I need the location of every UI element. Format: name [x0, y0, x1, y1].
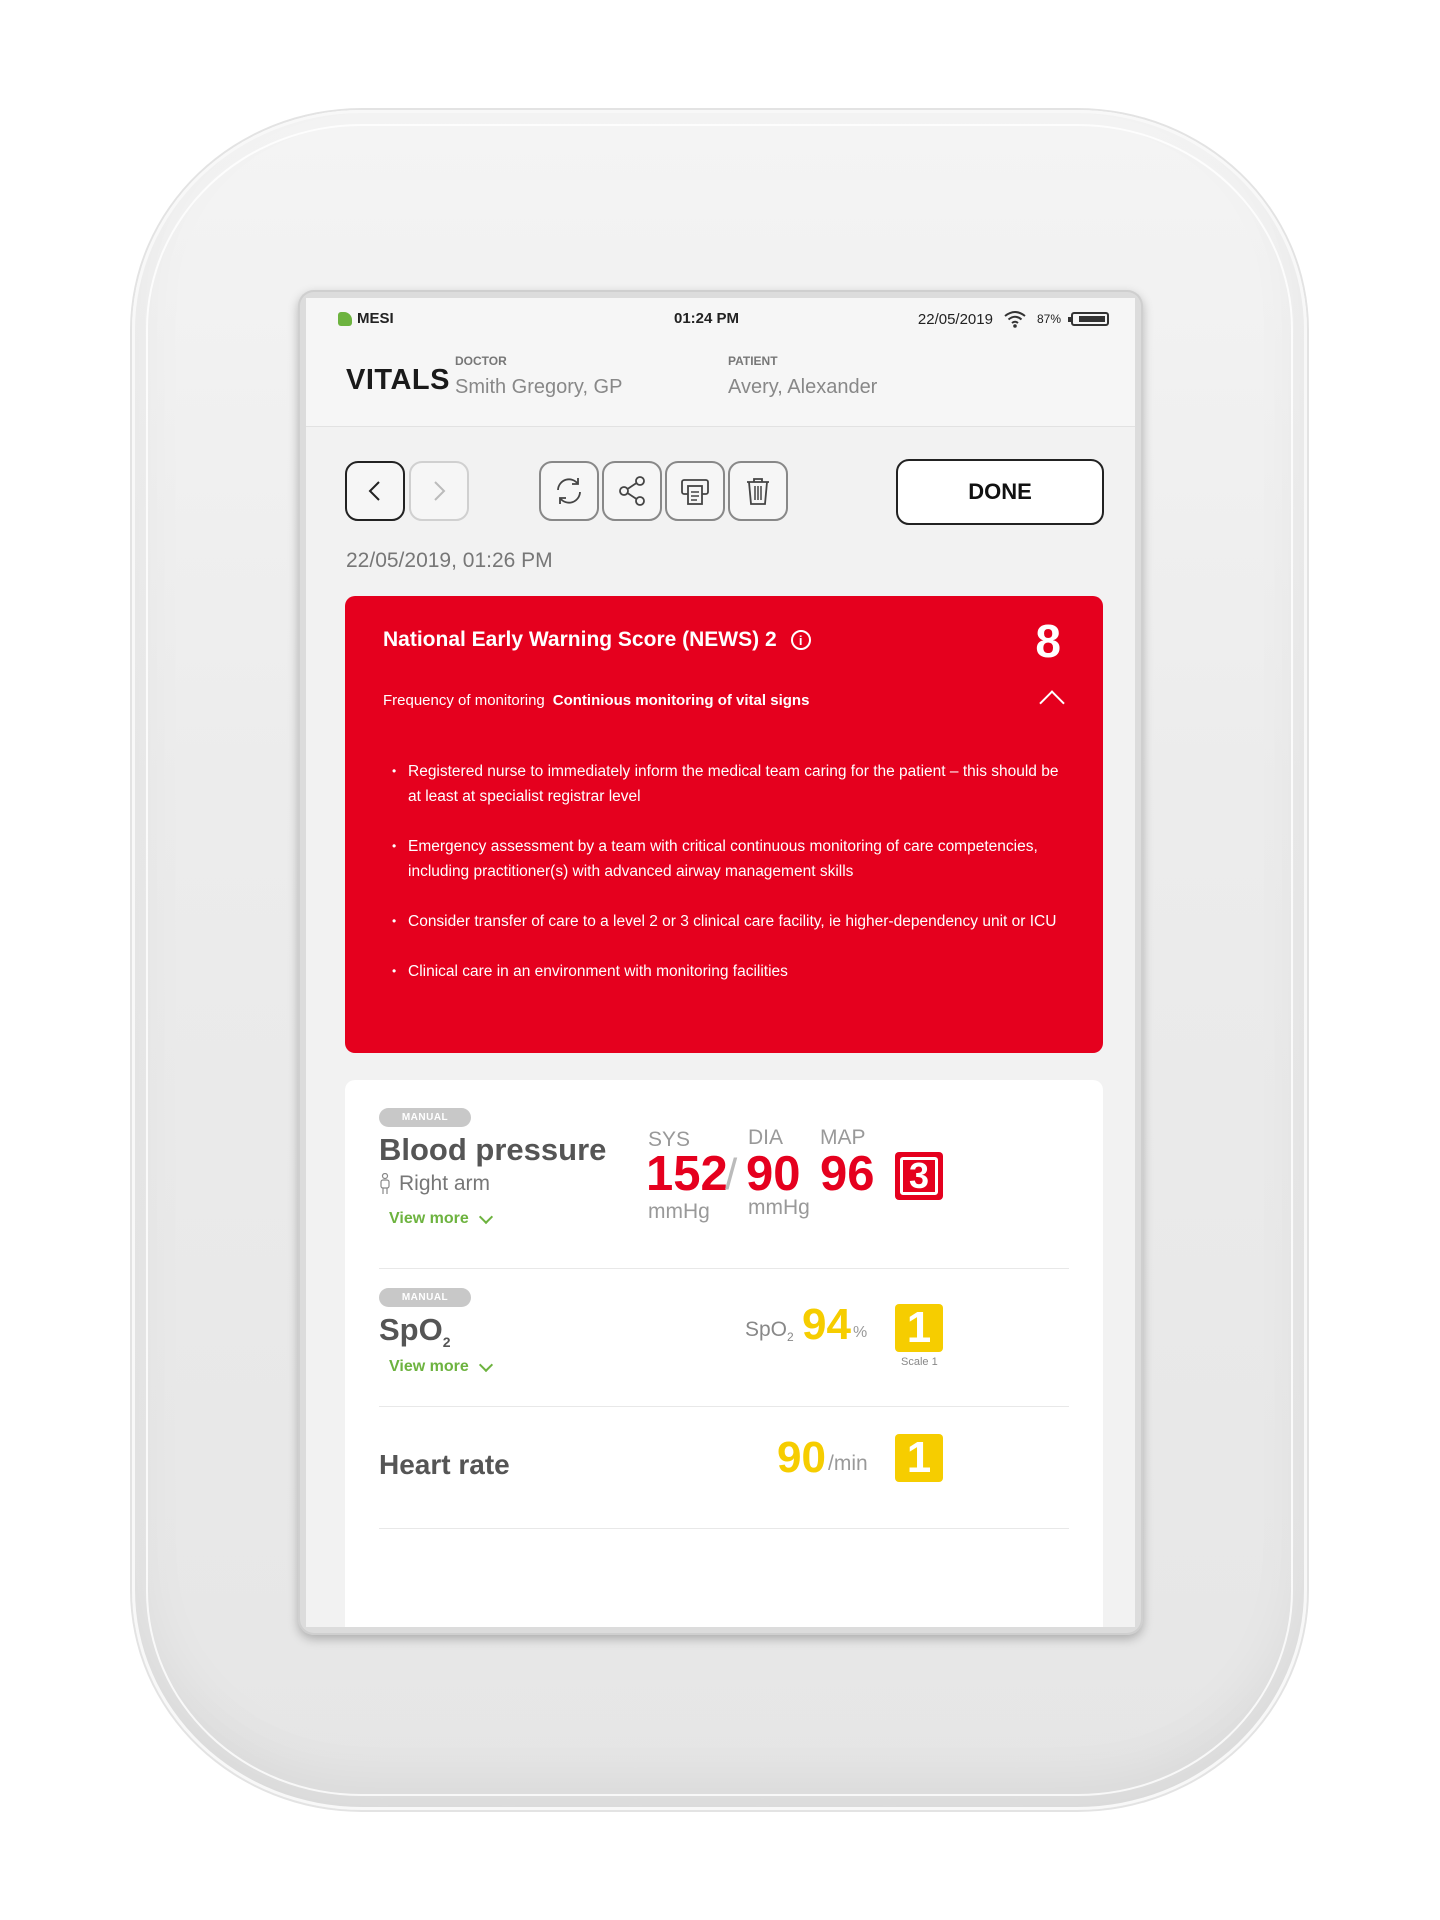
brand-name: MESI [357, 310, 394, 327]
location-label: Right arm [399, 1172, 491, 1195]
refresh-icon [557, 478, 581, 504]
done-button[interactable]: DONE [896, 459, 1104, 525]
trash-icon [747, 478, 769, 505]
clock: 01:24 PM [674, 310, 740, 327]
map-value: 96 [820, 1147, 875, 1201]
spo2-label-text: SpO [745, 1318, 788, 1341]
doctor-name: Smith Gregory, GP [455, 376, 623, 398]
spo2-unit: % [853, 1324, 868, 1341]
spo2-label: SpO2 [745, 1318, 794, 1344]
bp-score-value: 3 [900, 1155, 938, 1196]
spo2-news-score: 1 [895, 1303, 943, 1352]
person-icon [380, 1173, 390, 1194]
manual-badge: MANUAL [379, 1108, 471, 1127]
mesi-logo-icon [338, 311, 352, 326]
share-icon [619, 476, 645, 506]
spo2-title-sub: 2 [442, 1334, 451, 1351]
print-button[interactable] [665, 461, 725, 521]
chevron-down-icon [478, 1357, 493, 1373]
blood-pressure-title: Blood pressure [379, 1132, 607, 1167]
divider [379, 1528, 1069, 1529]
forward-button[interactable] [409, 461, 469, 521]
recommendation-item: Clinical care in an environment with mon… [383, 959, 1063, 984]
view-more-label: View more [389, 1210, 469, 1227]
news-score-card: National Early Warning Score (NEWS) 2 i … [345, 596, 1103, 1053]
print-icon [681, 479, 709, 505]
spo2-title: SpO2 [379, 1312, 451, 1350]
recommendation-item: Emergency assessment by a team with crit… [383, 834, 1063, 884]
bp-separator: / [725, 1150, 738, 1199]
recommendation-list: Registered nurse to immediately inform t… [383, 759, 1063, 1009]
share-button[interactable] [602, 461, 662, 521]
refresh-button[interactable] [539, 461, 599, 521]
info-icon[interactable]: i [790, 630, 811, 650]
frequency-value: Continious monitoring of vital signs [552, 692, 810, 709]
spo2-view-more-link[interactable]: View more [389, 1357, 493, 1376]
back-icon [368, 481, 380, 501]
battery-level [1078, 316, 1105, 322]
news-total-score: 8 [1035, 615, 1061, 667]
spo2-scale: Scale 1 [901, 1356, 938, 1368]
patient-name: Avery, Alexander [728, 376, 878, 398]
page-header: VITALS DOCTOR Smith Gregory, GP PATIENT … [306, 338, 1135, 427]
bp-view-more-link[interactable]: View more [389, 1209, 493, 1228]
delete-button[interactable] [728, 461, 788, 521]
spo2-value: 94 [802, 1300, 851, 1349]
status-bar: MESI 01:24 PM 22/05/2019 87% [306, 298, 1135, 338]
collapse-chevron-up-icon[interactable] [1039, 690, 1065, 716]
patient-label: PATIENT [728, 354, 778, 368]
divider [379, 1268, 1069, 1269]
news-title-row: National Early Warning Score (NEWS) 2 i [383, 628, 811, 652]
monitoring-frequency: Frequency of monitoring Continious monito… [383, 692, 809, 709]
status-date: 22/05/2019 [917, 310, 993, 328]
recommendation-item: Consider transfer of care to a level 2 o… [383, 909, 1063, 934]
vitals-card: MANUAL Blood pressure Right arm View mor… [345, 1080, 1103, 1627]
heart-rate-title: Heart rate [379, 1449, 510, 1480]
news-title: National Early Warning Score (NEWS) 2 [383, 628, 777, 651]
page-title: VITALS [346, 364, 450, 396]
battery-icon [1068, 312, 1109, 326]
manual-badge: MANUAL [379, 1288, 471, 1307]
systolic-value: 152 [646, 1147, 728, 1201]
view-more-label: View more [389, 1358, 469, 1375]
battery-percent: 87% [1036, 312, 1061, 326]
divider [379, 1406, 1069, 1407]
dia-unit: mmHg [748, 1196, 810, 1219]
forward-icon [434, 481, 446, 501]
sys-unit: mmHg [648, 1200, 710, 1223]
doctor-label: DOCTOR [455, 354, 507, 368]
record-datetime: 22/05/2019, 01:26 PM [346, 549, 553, 572]
back-button[interactable] [345, 461, 405, 521]
brand: MESI [338, 310, 394, 327]
screen: MESI 01:24 PM 22/05/2019 87% VITALS DOCT… [306, 298, 1135, 1627]
wifi-icon [1004, 311, 1026, 328]
bp-news-score: 3 [895, 1152, 943, 1200]
heart-rate-value: 90 [777, 1433, 826, 1482]
recommendation-item: Registered nurse to immediately inform t… [383, 759, 1063, 809]
heart-rate-news-score: 1 [895, 1433, 943, 1482]
frequency-label: Frequency of monitoring [383, 692, 545, 709]
status-indicators: 22/05/2019 87% [918, 309, 1109, 329]
spo2-title-text: SpO [379, 1312, 443, 1347]
heart-rate-unit: /min [828, 1452, 868, 1475]
diastolic-value: 90 [746, 1147, 801, 1201]
chevron-down-icon [478, 1209, 493, 1225]
spo2-label-sub: 2 [787, 1330, 794, 1345]
measurement-location: Right arm [379, 1172, 490, 1196]
